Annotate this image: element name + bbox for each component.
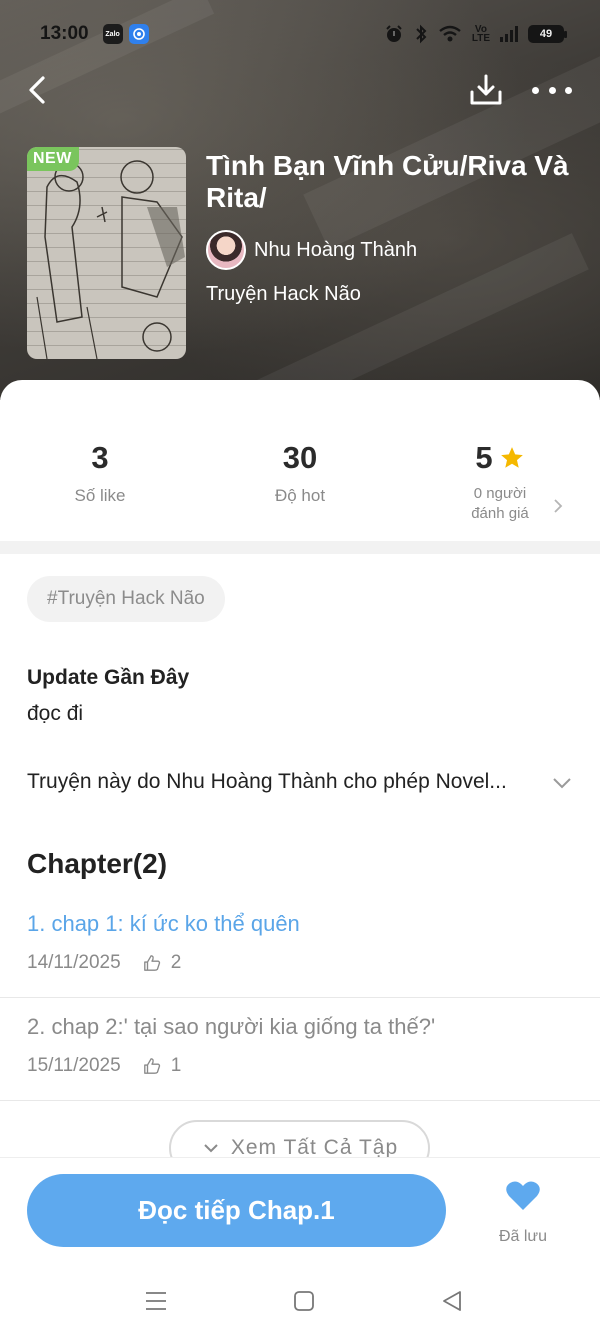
likes-count: 3 (91, 440, 109, 475)
stat-rating[interactable]: 5 0 người đánh giá (400, 440, 600, 524)
more-options-button[interactable] (532, 76, 572, 104)
volte-indicator: Vo LTE (471, 24, 490, 44)
section-divider (0, 541, 600, 554)
zalo-icon: Zalo (102, 24, 123, 44)
dot-icon (565, 86, 572, 94)
chapter-item[interactable]: 2. chap 2:' tại sao người kia giống ta t… (0, 998, 600, 1101)
rating-caption-text: đánh giá (471, 505, 529, 522)
hot-label: Độ hot (274, 486, 326, 505)
divider (0, 1100, 600, 1101)
wifi-icon (439, 25, 461, 42)
bluetooth-icon (416, 24, 427, 44)
dot-icon (532, 86, 539, 94)
chevron-down-icon (204, 1144, 218, 1153)
back-chevron-icon[interactable] (20, 72, 56, 108)
chevron-down-icon[interactable] (550, 771, 574, 795)
author-link[interactable]: Nhu Hoàng Thành (206, 230, 417, 270)
thumbs-up-icon (143, 1058, 160, 1074)
story-title: Tình Bạn Vĩnh Cửu/Riva Và Rita/ (206, 150, 569, 213)
dot-icon (548, 86, 556, 94)
new-badge: NEW (27, 147, 79, 171)
download-icon[interactable] (468, 72, 504, 108)
stat-hot: 30 Độ hot (200, 440, 400, 506)
saved-button[interactable]: Đã lưu (490, 1180, 556, 1246)
story-description[interactable]: Truyện này do Nhu Hoàng Thành cho phép N… (27, 770, 547, 794)
chapter-date: 14/11/2025 (27, 952, 121, 973)
chapter-likes: 2 (170, 952, 182, 973)
author-avatar (206, 230, 246, 270)
chapter-likes: 1 (170, 1055, 182, 1076)
chevron-right-icon[interactable] (548, 496, 568, 516)
saved-label: Đã lưu (498, 1228, 548, 1245)
heart-icon (506, 1181, 540, 1210)
chapter-date: 15/11/2025 (27, 1055, 121, 1076)
hot-count: 30 (282, 440, 318, 475)
status-time: 13:00 (40, 23, 89, 44)
alarm-icon (386, 25, 402, 42)
author-name: Nhu Hoàng Thành (254, 238, 418, 261)
back-triangle-icon[interactable] (440, 1289, 464, 1313)
story-cover-image[interactable] (27, 147, 186, 359)
likes-label: Số like (74, 486, 126, 505)
signal-icon (500, 26, 518, 42)
status-bar: 13:00 Zalo Vo LTE 49 (0, 0, 600, 68)
update-body: đọc đi (27, 702, 84, 725)
menu-icon[interactable] (144, 1289, 168, 1313)
status-indicators: Vo LTE 49 (384, 24, 567, 44)
battery-icon: 49 (528, 25, 567, 43)
stat-likes: 3 Số like (0, 440, 200, 506)
rating-label: 0 người đánh giá (400, 484, 600, 524)
rating-number: 5 (475, 440, 493, 475)
rating-value: 5 (475, 440, 524, 476)
hashtag-chip[interactable]: #Truyện Hack Não (27, 576, 225, 622)
update-title: Update Gần Đây (27, 666, 190, 689)
continue-reading-button[interactable]: Đọc tiếp Chap.1 (27, 1174, 446, 1247)
thumbs-up-icon (143, 955, 160, 971)
system-navigation-bar (0, 1267, 600, 1337)
chapter-title: 2. chap 2:' tại sao người kia giống ta t… (27, 1014, 436, 1039)
chapters-heading: Chapter(2) (27, 848, 168, 879)
star-icon (500, 447, 523, 468)
home-icon[interactable] (292, 1289, 316, 1313)
chapter-title: 1. chap 1: kí ức ko thể quên (27, 911, 300, 936)
chapter-meta: 14/11/2025 2 (27, 952, 181, 974)
stats-row: 3 Số like 30 Độ hot 5 0 người đánh giá (0, 380, 600, 540)
chapter-item[interactable]: 1. chap 1: kí ức ko thể quên 14/11/2025 … (0, 895, 600, 998)
story-category[interactable]: Truyện Hack Não (206, 283, 361, 306)
chapter-meta: 15/11/2025 1 (27, 1055, 181, 1077)
messenger-icon (128, 24, 149, 44)
rating-count-text: 0 người (473, 485, 527, 502)
